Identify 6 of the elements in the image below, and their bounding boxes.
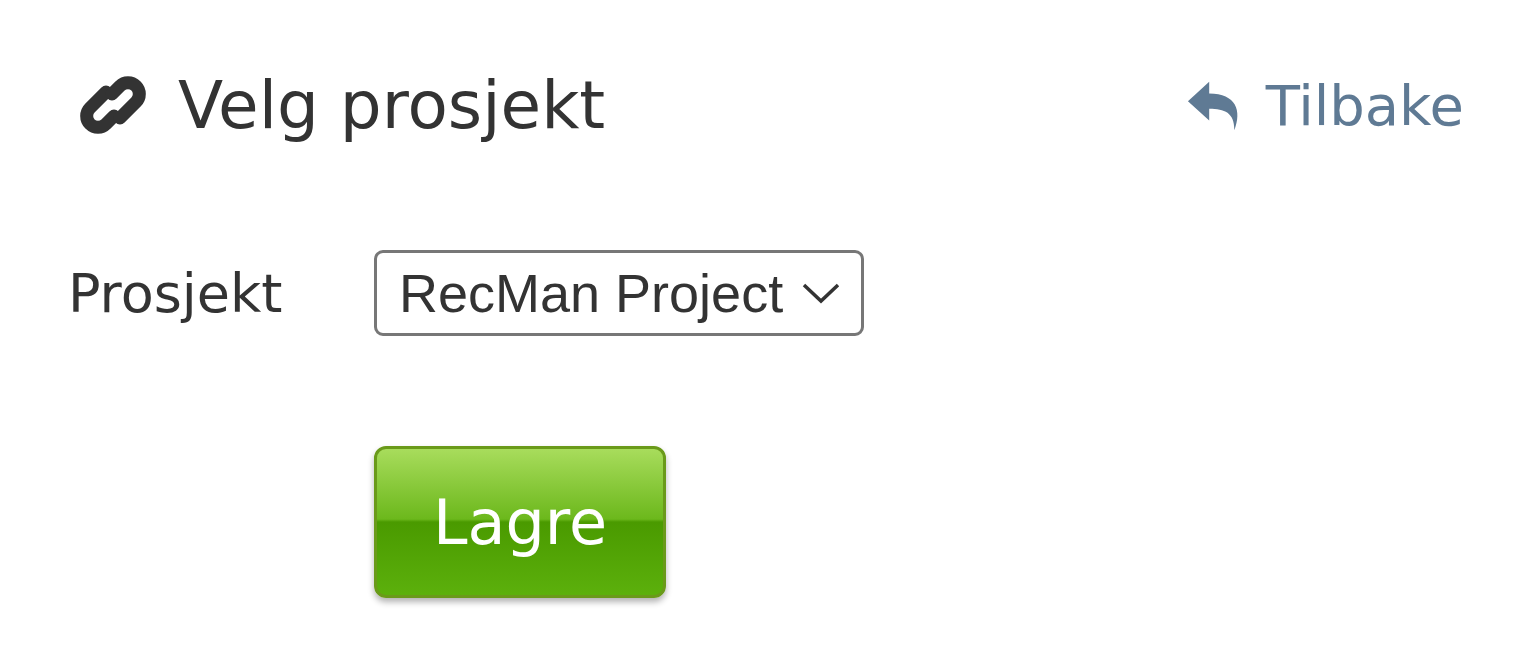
page-title: Velg prosjekt xyxy=(178,66,606,144)
chevron-down-icon xyxy=(801,281,842,305)
save-button[interactable]: Lagre xyxy=(374,446,666,598)
field-label: Prosjekt xyxy=(68,261,284,325)
back-link[interactable]: Tilbake xyxy=(1183,72,1464,138)
project-select[interactable]: RecMan Project xyxy=(374,250,865,336)
